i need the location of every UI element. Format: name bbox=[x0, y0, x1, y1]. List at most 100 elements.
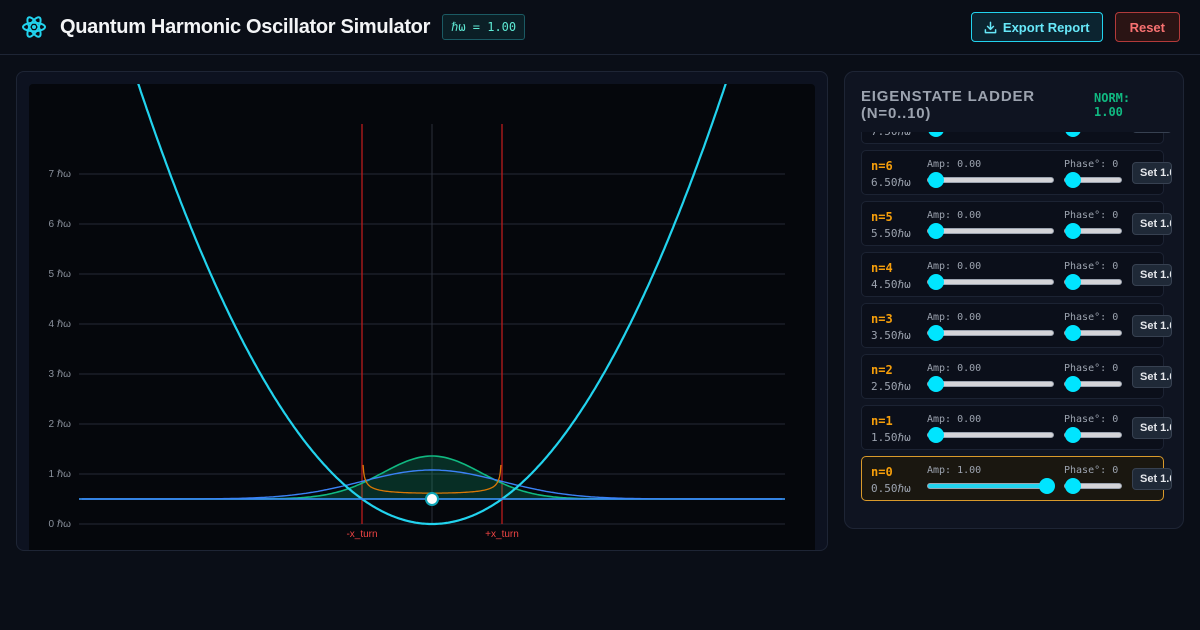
phase-slider-thumb[interactable] bbox=[1065, 376, 1081, 392]
amplitude-prefix: Amp: bbox=[927, 210, 952, 221]
amplitude-slider-thumb[interactable] bbox=[928, 172, 944, 188]
ladder-header: EIGENSTATE LADDER (N=0..10) NORM: 1.00 bbox=[861, 88, 1171, 122]
set-amplitude-button[interactable]: Set 1.0 bbox=[1132, 468, 1172, 490]
phase-prefix: Phase°: bbox=[1064, 363, 1107, 374]
phase-label: Phase°: 0 bbox=[1064, 261, 1118, 272]
set-amplitude-button[interactable]: Set 1.0 bbox=[1132, 213, 1172, 235]
phase-label: Phase°: 0 bbox=[1064, 465, 1118, 476]
plot-panel: 0 ℏω 1 ℏω 2 ℏω 3 ℏω 4 ℏω 5 ℏω 6 ℏω 7 ℏω -x_turn… bbox=[16, 71, 828, 551]
hbar-omega-badge: ℏω = 1.00 bbox=[442, 14, 526, 40]
amplitude-slider-thumb[interactable] bbox=[928, 325, 944, 341]
amplitude-label: Amp: 0.00 bbox=[927, 414, 981, 425]
phase-value: 0 bbox=[1112, 312, 1119, 323]
phase-slider-thumb[interactable] bbox=[1065, 427, 1081, 443]
eigenstate-row: n=2 2.50ℏω Amp: 0.00 Phase°: 0 Set 1.0 bbox=[861, 354, 1172, 399]
amplitude-prefix: Amp: bbox=[927, 465, 952, 476]
reset-button[interactable]: Reset bbox=[1114, 12, 1180, 42]
phase-slider-thumb[interactable] bbox=[1065, 132, 1081, 137]
y-tick-label: 2 ℏω bbox=[49, 419, 72, 430]
phase-slider[interactable] bbox=[1064, 325, 1122, 341]
eigenstate-row: n=3 3.50ℏω Amp: 0.00 Phase°: 0 Set 1.0 bbox=[861, 303, 1172, 348]
set-amplitude-button[interactable]: Set 1.0 bbox=[1132, 366, 1172, 388]
y-tick-label: 6 ℏω bbox=[49, 219, 72, 230]
amplitude-slider-thumb[interactable] bbox=[928, 376, 944, 392]
phase-slider[interactable] bbox=[1064, 376, 1122, 392]
amplitude-slider[interactable] bbox=[927, 223, 1054, 239]
phase-value: 0 bbox=[1112, 414, 1119, 425]
plot-area[interactable]: 0 ℏω 1 ℏω 2 ℏω 3 ℏω 4 ℏω 5 ℏω 6 ℏω 7 ℏω -x_turn… bbox=[29, 84, 815, 551]
app-title: Quantum Harmonic Oscillator Simulator bbox=[60, 15, 431, 38]
phase-value: 0 bbox=[1112, 261, 1119, 272]
phase-slider-thumb[interactable] bbox=[1065, 478, 1081, 494]
amplitude-slider[interactable] bbox=[927, 325, 1054, 341]
phase-prefix: Phase°: bbox=[1064, 210, 1107, 221]
amplitude-slider[interactable] bbox=[927, 427, 1054, 443]
y-tick-label: 5 ℏω bbox=[49, 269, 72, 280]
download-icon bbox=[984, 21, 997, 33]
eigenstate-ladder-panel: EIGENSTATE LADDER (N=0..10) NORM: 1.00 n… bbox=[844, 71, 1184, 529]
amplitude-slider-thumb[interactable] bbox=[1039, 478, 1055, 494]
amplitude-label: Amp: 1.00 bbox=[927, 465, 981, 476]
set-amplitude-button[interactable]: Set 1.0 bbox=[1132, 315, 1172, 337]
phase-slider-thumb[interactable] bbox=[1065, 325, 1081, 341]
set-amplitude-button[interactable]: Set 1.0 bbox=[1132, 264, 1172, 286]
amplitude-prefix: Amp: bbox=[927, 414, 952, 425]
state-energy: 2.50ℏω bbox=[871, 380, 911, 393]
phase-slider[interactable] bbox=[1064, 478, 1122, 494]
y-tick-label: 3 ℏω bbox=[49, 369, 72, 380]
phase-label: Phase°: 0 bbox=[1064, 210, 1118, 221]
turning-point-left-label: -x_turn bbox=[346, 529, 377, 540]
amplitude-slider[interactable] bbox=[927, 274, 1054, 290]
app-header: Quantum Harmonic Oscillator Simulator ℏω… bbox=[0, 0, 1200, 55]
phase-prefix: Phase°: bbox=[1064, 312, 1107, 323]
phase-slider-thumb[interactable] bbox=[1065, 172, 1081, 188]
phase-slider[interactable] bbox=[1064, 427, 1122, 443]
amplitude-label: Amp: 0.00 bbox=[927, 261, 981, 272]
amplitude-label: Amp: 0.00 bbox=[927, 312, 981, 323]
state-label: n=6 bbox=[871, 159, 893, 173]
export-report-button[interactable]: Export Report bbox=[970, 12, 1103, 42]
amplitude-prefix: Amp: bbox=[927, 261, 952, 272]
amplitude-slider-thumb[interactable] bbox=[928, 274, 944, 290]
amplitude-value: 0.00 bbox=[957, 159, 982, 170]
eigenstate-row: n=0 0.50ℏω Amp: 1.00 Phase°: 0 Set 1.0 bbox=[861, 456, 1172, 501]
eigenstate-row: n=1 1.50ℏω Amp: 0.00 Phase°: 0 Set 1.0 bbox=[861, 405, 1172, 450]
norm-readout: NORM: 1.00 bbox=[1094, 91, 1131, 119]
amplitude-slider-thumb[interactable] bbox=[928, 427, 944, 443]
phase-label: Phase°: 0 bbox=[1064, 312, 1118, 323]
amplitude-value: 0.00 bbox=[957, 363, 982, 374]
amplitude-value: 1.00 bbox=[957, 465, 982, 476]
atom-icon bbox=[20, 13, 48, 41]
phase-slider-thumb[interactable] bbox=[1065, 274, 1081, 290]
amplitude-slider-thumb[interactable] bbox=[928, 132, 944, 137]
set-amplitude-button[interactable]: Set 1.0 bbox=[1132, 417, 1172, 439]
amplitude-slider-thumb[interactable] bbox=[928, 223, 944, 239]
set-amplitude-button[interactable]: Set 1.0 bbox=[1132, 162, 1172, 184]
phase-slider[interactable] bbox=[1064, 223, 1122, 239]
phase-slider[interactable] bbox=[1064, 172, 1122, 188]
state-label: n=2 bbox=[871, 363, 893, 377]
amplitude-value: 0.00 bbox=[957, 312, 982, 323]
phase-slider-thumb[interactable] bbox=[1065, 223, 1081, 239]
ladder-list[interactable]: n=77.50ℏωAmp: 0.00Phase°: 0Set 1.0 n=6 6.5… bbox=[861, 132, 1181, 518]
amplitude-value: 0.00 bbox=[957, 414, 982, 425]
state-energy: 7.50ℏω bbox=[871, 132, 911, 138]
eigenstate-row: n=4 4.50ℏω Amp: 0.00 Phase°: 0 Set 1.0 bbox=[861, 252, 1172, 297]
phase-prefix: Phase°: bbox=[1064, 261, 1107, 272]
particle-marker[interactable] bbox=[425, 492, 439, 506]
amplitude-slider[interactable] bbox=[927, 376, 1054, 392]
potential-plot[interactable]: 0 ℏω 1 ℏω 2 ℏω 3 ℏω 4 ℏω 5 ℏω 6 ℏω 7 ℏω -x_turn… bbox=[29, 84, 815, 551]
phase-slider[interactable] bbox=[1064, 274, 1122, 290]
amplitude-label: Amp: 0.00 bbox=[927, 159, 981, 170]
phase-prefix: Phase°: bbox=[1064, 159, 1107, 170]
y-tick-label: 0 ℏω bbox=[49, 519, 72, 530]
eigenstate-row: n=6 6.50ℏω Amp: 0.00 Phase°: 0 Set 1.0 bbox=[861, 150, 1172, 195]
state-label: n=4 bbox=[871, 261, 893, 275]
phase-label: Phase°: 0 bbox=[1064, 363, 1118, 374]
set-amplitude-button[interactable]: Set 1.0 bbox=[1132, 132, 1172, 133]
turning-point-right-label: +x_turn bbox=[485, 529, 519, 540]
amplitude-slider[interactable] bbox=[927, 172, 1054, 188]
amplitude-prefix: Amp: bbox=[927, 159, 952, 170]
y-tick-label: 7 ℏω bbox=[49, 169, 72, 180]
amplitude-slider[interactable] bbox=[927, 478, 1055, 494]
